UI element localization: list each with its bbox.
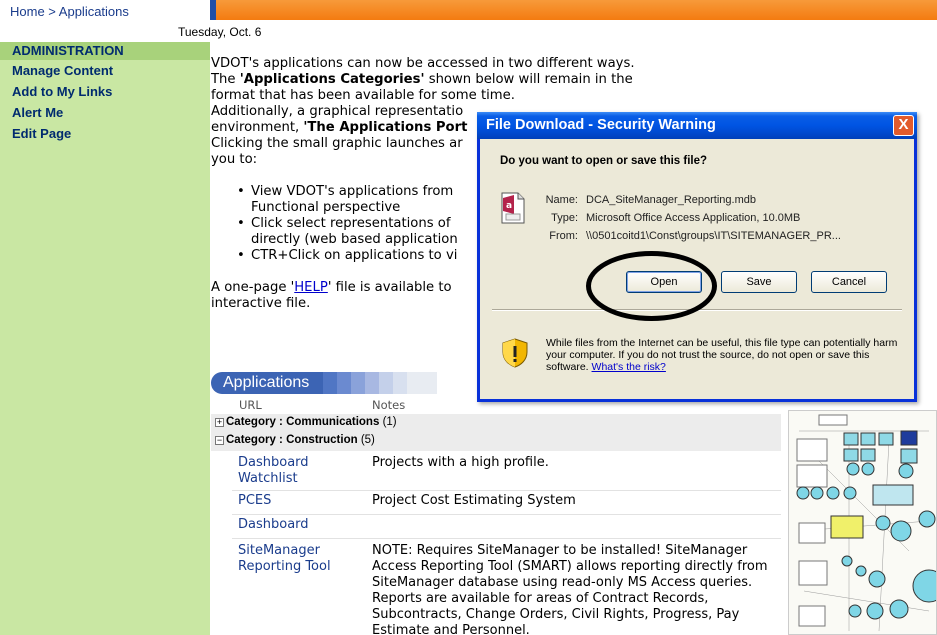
file-download-dialog: File Download - Security Warning X Do yo… xyxy=(477,112,917,402)
applications-title: Applications xyxy=(211,372,323,394)
breadcrumb: Home > Applications xyxy=(10,4,129,19)
date-label: Tuesday, Oct. 6 xyxy=(178,25,262,39)
save-button[interactable]: Save xyxy=(721,271,797,293)
intro-emphasis: 'Applications Categories' xyxy=(239,72,425,87)
app-link-pces[interactable]: PCES xyxy=(238,493,358,509)
table-row: Dashboard Watchlist Projects with a high… xyxy=(232,453,781,491)
gradient-block xyxy=(393,372,407,394)
dialog-question: Do you want to open or save this file? xyxy=(500,155,708,167)
orange-banner-strip xyxy=(210,0,937,20)
list-item-text: Click select representations of xyxy=(251,216,451,231)
list-item-text: View VDOT's applications from xyxy=(251,184,454,199)
intro-line: The 'Applications Categories' shown belo… xyxy=(211,72,931,88)
column-header-notes: Notes xyxy=(372,398,406,412)
help-text: A one-page ' xyxy=(211,280,295,295)
whats-the-risk-link[interactable]: What's the risk? xyxy=(592,361,666,373)
list-item-text: directly (web based application xyxy=(251,232,458,247)
sidebar-item-add-to-my-links[interactable]: Add to My Links xyxy=(0,81,210,102)
cancel-button[interactable]: Cancel xyxy=(811,271,887,293)
breadcrumb-home-link[interactable]: Home xyxy=(10,4,45,19)
top-banner: Home > Applications xyxy=(0,0,937,22)
applications-portal-thumbnail[interactable] xyxy=(788,410,937,635)
app-link-sitemanager-reporting-tool[interactable]: SiteManager Reporting Tool xyxy=(238,543,358,575)
intro-text-fragment: The xyxy=(211,72,240,87)
intro-emphasis: 'The Applications Port xyxy=(303,120,468,135)
table-row: PCES Project Cost Estimating System xyxy=(232,491,781,515)
breadcrumb-current[interactable]: Applications xyxy=(59,4,129,19)
category-label: Category : Construction xyxy=(226,434,358,446)
category-row-communications[interactable]: + Category : Communications (1) xyxy=(211,414,781,433)
sidebar-heading: ADMINISTRATION xyxy=(0,42,210,60)
from-label: From: xyxy=(549,230,578,242)
dialog-divider xyxy=(492,309,902,311)
open-button[interactable]: Open xyxy=(626,271,702,293)
expand-toggle-icon[interactable]: + xyxy=(215,418,224,427)
category-row-construction[interactable]: − Category : Construction (5) xyxy=(211,432,781,451)
from-value: \\0501coitd1\Const\groups\IT\SITEMANAGER… xyxy=(586,230,841,242)
gradient-block xyxy=(407,372,437,394)
header-gradient-blocks xyxy=(323,372,437,394)
collapse-toggle-icon[interactable]: − xyxy=(215,436,224,445)
blue-banner-accent xyxy=(210,0,216,20)
app-note: NOTE: Requires SiteManager to be install… xyxy=(372,543,768,635)
app-link-dashboard[interactable]: Dashboard xyxy=(238,517,358,533)
sidebar-item-manage-content[interactable]: Manage Content xyxy=(0,60,210,81)
sidebar-item-edit-page[interactable]: Edit Page xyxy=(0,123,210,144)
list-item-text: CTR+Click on applications to vi xyxy=(251,248,458,263)
list-item-text: Functional perspective xyxy=(251,200,401,215)
sidebar: ADMINISTRATION Manage Content Add to My … xyxy=(0,42,210,635)
table-row: Dashboard xyxy=(232,515,781,539)
security-shield-icon xyxy=(502,338,528,368)
name-value: DCA_SiteManager_Reporting.mdb xyxy=(586,194,756,206)
intro-text-fragment: environment, xyxy=(211,120,304,135)
type-value: Microsoft Office Access Application, 10.… xyxy=(586,212,801,224)
intro-line: VDOT's applications can now be accessed … xyxy=(211,56,635,71)
security-warning-text: While files from the Internet can be use… xyxy=(546,337,906,373)
gradient-block xyxy=(365,372,379,394)
sidebar-item-alert-me[interactable]: Alert Me xyxy=(0,102,210,123)
app-note: Project Cost Estimating System xyxy=(372,493,576,508)
app-note: Projects with a high profile. xyxy=(372,455,549,470)
category-label: Category : Communications xyxy=(226,416,380,428)
dialog-titlebar[interactable]: File Download - Security Warning X xyxy=(477,112,917,139)
table-row: SiteManager Reporting Tool NOTE: Require… xyxy=(232,541,781,635)
help-link[interactable]: HELP xyxy=(294,280,328,295)
gradient-block xyxy=(337,372,351,394)
type-label: Type: xyxy=(551,212,578,224)
help-text: ' file is available to xyxy=(327,280,452,295)
close-icon[interactable]: X xyxy=(893,115,914,136)
gradient-block xyxy=(351,372,365,394)
portal-diagram-graphic xyxy=(796,414,936,632)
category-count: (1) xyxy=(382,416,397,428)
dialog-title: File Download - Security Warning xyxy=(486,117,716,133)
intro-line: format that has been available for some … xyxy=(211,88,515,103)
intro-text-fragment: shown below will remain in the xyxy=(424,72,633,87)
category-count: (5) xyxy=(360,434,375,446)
gradient-block xyxy=(379,372,393,394)
name-label: Name: xyxy=(545,194,578,206)
column-header-url: URL xyxy=(239,398,262,412)
breadcrumb-separator: > xyxy=(44,4,59,19)
gradient-block xyxy=(323,372,337,394)
app-link-dashboard-watchlist[interactable]: Dashboard Watchlist xyxy=(238,455,358,487)
